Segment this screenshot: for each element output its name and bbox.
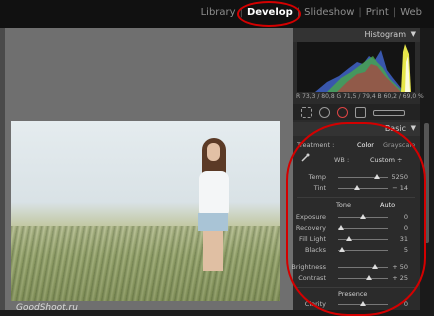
adjustment-brush-icon[interactable]: [373, 110, 405, 116]
photo-subject-top: [199, 171, 229, 215]
watermark-text: GoodShoot.ru: [16, 303, 78, 313]
module-web[interactable]: Web: [396, 7, 426, 18]
photo-grass: [11, 226, 280, 301]
crop-icon[interactable]: [301, 107, 312, 118]
photo-subject-shorts: [198, 213, 228, 231]
module-bar: Library | Develop | Slideshow | Print | …: [0, 0, 434, 28]
highlight-circle: [236, 1, 301, 27]
spot-removal-icon[interactable]: [319, 107, 330, 118]
histogram-title: Histogram: [364, 30, 407, 39]
histogram-header[interactable]: Histogram ▼: [293, 28, 420, 42]
collapse-arrow-icon[interactable]: ▼: [411, 124, 416, 132]
left-panel-edge[interactable]: [0, 28, 5, 310]
module-print[interactable]: Print: [362, 7, 393, 18]
module-develop[interactable]: Develop: [236, 1, 301, 27]
photo-subject-legs: [203, 231, 223, 271]
red-eye-icon[interactable]: [337, 107, 348, 118]
histogram-graph: [297, 42, 415, 92]
module-library[interactable]: Library: [197, 7, 240, 18]
collapse-arrow-icon[interactable]: ▼: [411, 30, 416, 38]
highlight-oval: [286, 122, 426, 316]
photo-preview[interactable]: [11, 121, 280, 301]
tool-strip: [293, 104, 420, 120]
module-slideshow[interactable]: Slideshow: [300, 7, 358, 18]
module-picker: Library | Develop | Slideshow | Print | …: [197, 1, 426, 27]
photo-subject-face: [207, 143, 220, 161]
histogram-readout: R 73,3 / 80,8 G 71,5 / 79,4 B 60,2 / 69,…: [296, 93, 424, 100]
graduated-filter-icon[interactable]: [355, 107, 366, 118]
histogram-chart: [315, 44, 411, 92]
